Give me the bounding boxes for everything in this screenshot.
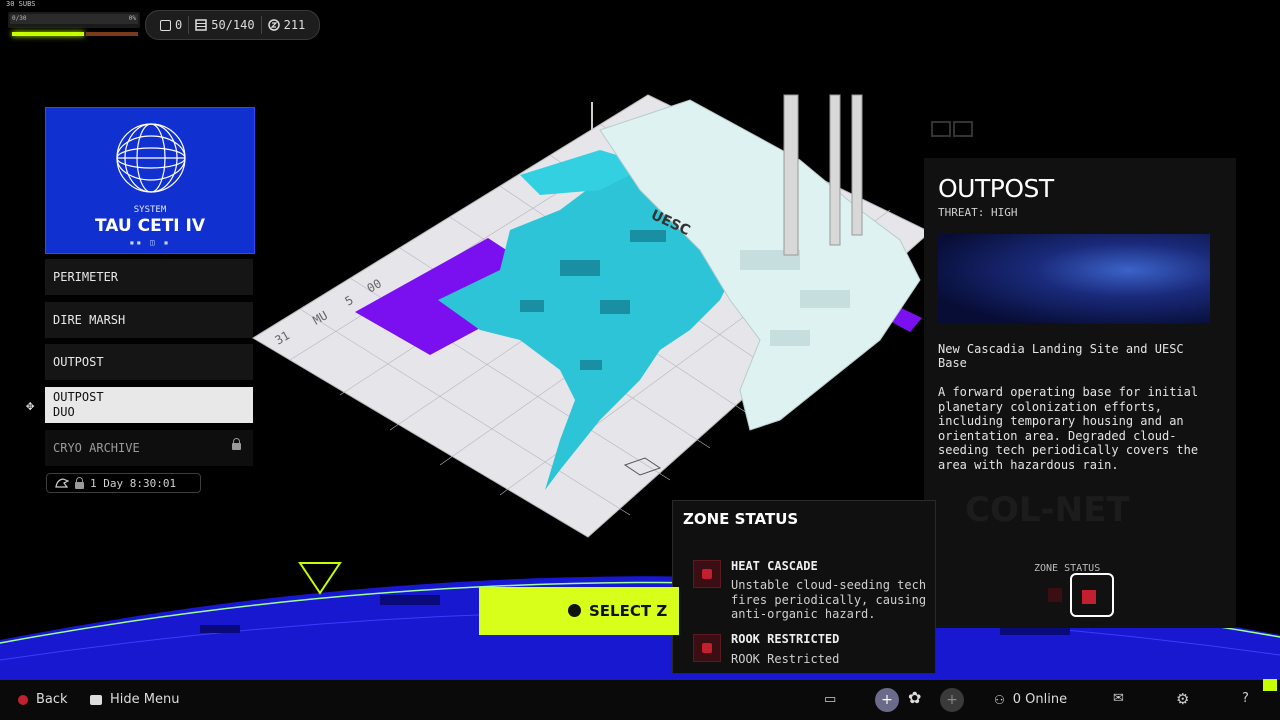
back-button[interactable]: Back	[18, 692, 68, 707]
scrap-value: 0	[175, 18, 183, 32]
squad-member-icon[interactable]: ✿	[908, 688, 932, 712]
hide-menu-prompt-icon	[90, 694, 102, 705]
xp-glow-bar	[12, 32, 84, 36]
tower-1	[783, 94, 799, 256]
bottom-bar: Back Hide Menu ▭ + ✿ + ⚇ 0 Online ✉ ⚙ ?	[0, 680, 1280, 720]
hazard-mini-icon	[1048, 588, 1062, 602]
hazard-description: ROOK Restricted	[731, 652, 840, 666]
online-status[interactable]: ⚇ 0 Online	[994, 692, 1067, 707]
corner-indicator	[1263, 679, 1277, 691]
zone-item-outpost[interactable]: OUTPOST	[45, 344, 253, 380]
colnet-logo-watermark	[931, 121, 973, 137]
zone-item-outpost-duo[interactable]: OUTPOST DUO	[45, 387, 253, 423]
hazard-title: HEAT CASCADE	[731, 559, 818, 573]
tower-2	[829, 94, 841, 246]
system-glyphs: ▪▪ ◫ ▪	[129, 238, 171, 247]
back-prompt-icon	[18, 694, 28, 705]
mail-icon[interactable]: ✉	[1113, 691, 1124, 706]
progress-count: 0/30	[12, 15, 27, 22]
hazard-description: Unstable cloud-seeding tech fires period…	[731, 578, 927, 621]
hazard-title: ROOK RESTRICTED	[731, 632, 840, 646]
resource-stats: 0 50/140 211	[145, 10, 321, 40]
system-name: TAU CETI IV	[94, 216, 206, 236]
zone-label: CRYO ARCHIVE	[53, 441, 140, 455]
help-icon[interactable]: ?	[1242, 691, 1249, 706]
system-card: SYSTEM TAU CETI IV ▪▪ ◫ ▪	[45, 107, 255, 254]
subs-progress-bar: 0/30 0%	[8, 12, 140, 28]
squad-add-button[interactable]: +	[875, 688, 899, 712]
friends-icon: ⚇	[994, 692, 1005, 707]
planet-marker-icon	[298, 562, 342, 595]
outpost-description: A forward operating base for initial pla…	[938, 385, 1199, 472]
zone-status-title: ZONE STATUS	[683, 510, 799, 528]
select-zone-label: SELECT Z	[589, 602, 668, 620]
zone-label: PERIMETER	[53, 270, 119, 284]
storage-icon	[195, 19, 207, 31]
zone-label: OUTPOST	[53, 355, 104, 369]
select-zone-button[interactable]: SELECT Z	[479, 587, 679, 635]
squad-add-button-2[interactable]: +	[940, 688, 964, 712]
scrap-stat: 0	[154, 16, 190, 34]
chat-icon[interactable]: ▭	[824, 692, 836, 707]
colnet-background-text: COL-NET	[965, 490, 1130, 530]
hazard-mini-icon-selected	[1082, 590, 1096, 604]
planet-globe-icon	[116, 123, 186, 193]
zone-item-perimeter[interactable]: PERIMETER	[45, 259, 253, 295]
zone-label: OUTPOST DUO	[53, 390, 104, 419]
storage-stat: 50/140	[189, 16, 262, 34]
scrap-icon	[160, 19, 171, 31]
zone-item-cryo-archive[interactable]: CRYO ARCHIVE	[45, 430, 253, 466]
zone-item-dire-marsh[interactable]: DIRE MARSH	[45, 302, 253, 338]
outpost-preview-image	[938, 234, 1210, 324]
credits-stat: 211	[262, 16, 312, 34]
outpost-info-panel: OUTPOST THREAT: HIGH New Cascadia Landin…	[924, 158, 1236, 628]
online-count: 0 Online	[1012, 692, 1068, 707]
outpost-name: New Cascadia Landing Site and UESC Base	[938, 342, 1184, 370]
hide-menu-label: Hide Menu	[110, 692, 180, 707]
back-label: Back	[36, 692, 68, 707]
system-label: SYSTEM	[133, 205, 167, 215]
storage-value: 50/140	[211, 18, 255, 32]
credits-icon	[267, 19, 280, 31]
move-cursor-icon: ✥	[26, 398, 35, 414]
rook-restricted-icon	[693, 634, 721, 662]
zone-label: DIRE MARSH	[53, 313, 126, 327]
xp-secondary-bar	[86, 32, 138, 36]
button-prompt-icon	[568, 604, 581, 617]
progress-percent: 0%	[128, 15, 136, 22]
zone-status-popup: ZONE STATUS HEAT CASCADE Unstable cloud-…	[672, 500, 936, 674]
hide-menu-button[interactable]: Hide Menu	[90, 692, 179, 707]
rook-icon	[55, 478, 69, 488]
zone-unlock-timer: 1 Day 8:30:01	[46, 473, 201, 493]
credits-value: 211	[283, 18, 306, 32]
outpost-title: OUTPOST	[938, 174, 1054, 203]
tower-3	[851, 94, 863, 236]
subs-label: 30 SUBS	[6, 0, 36, 8]
settings-gear-icon[interactable]: ⚙	[1176, 690, 1189, 708]
timer-lock-icon	[75, 476, 84, 489]
heat-cascade-icon	[693, 560, 721, 588]
zone-map-3d[interactable]: UESC 31 MU 5 00	[240, 80, 940, 550]
threat-level: THREAT: HIGH	[938, 206, 1018, 219]
timer-value: 1 Day 8:30:01	[90, 476, 177, 490]
